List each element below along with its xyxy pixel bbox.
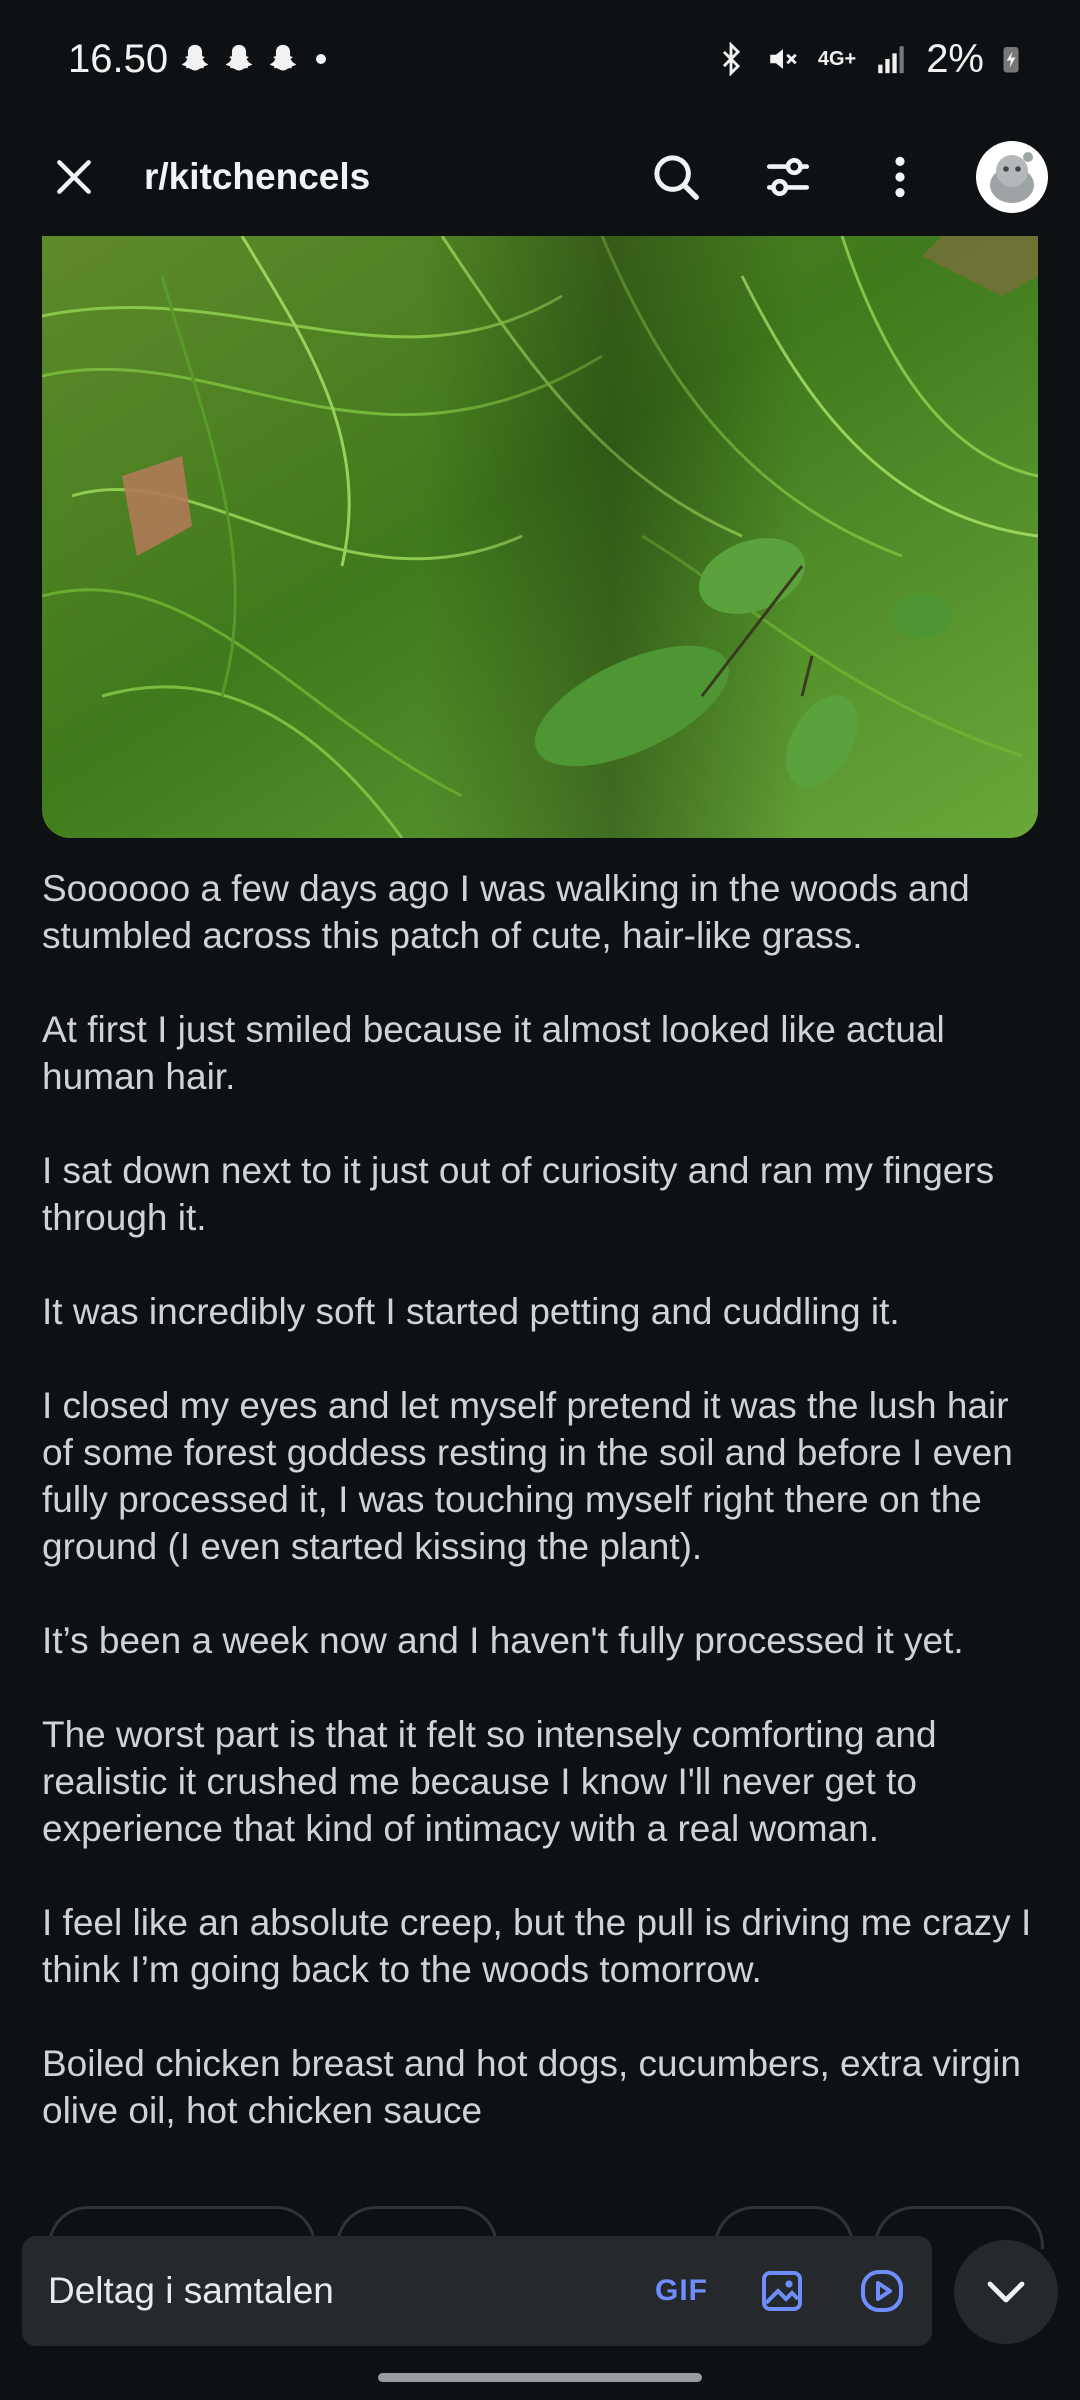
battery-charging-icon — [1003, 47, 1019, 73]
post-paragraph: I feel like an absolute creep, but the p… — [42, 1902, 1032, 1990]
close-icon — [57, 160, 91, 194]
collapse-button[interactable] — [954, 2240, 1058, 2344]
gif-button[interactable]: GIF — [655, 2274, 708, 2308]
bluetooth-icon — [722, 42, 740, 76]
image-icon — [762, 2271, 802, 2311]
search-button[interactable] — [640, 141, 712, 213]
more-icon — [895, 156, 905, 198]
search-icon — [654, 155, 699, 200]
chevron-down-icon — [987, 2281, 1025, 2303]
image-button[interactable] — [756, 2265, 808, 2317]
post-image[interactable] — [42, 236, 1038, 838]
snapchat-icon — [225, 44, 253, 71]
more-options-button[interactable] — [864, 141, 936, 213]
post-paragraph: I closed my eyes and let myself pretend … — [42, 1385, 1013, 1567]
post-paragraph: At first I just smiled because it almost… — [42, 1009, 945, 1097]
status-bar: 16.50 4G+ 2% — [0, 0, 1080, 118]
comment-input[interactable]: Deltag i samtalen — [48, 2270, 655, 2312]
avatar[interactable] — [976, 141, 1048, 213]
post-body: Soooooo a few days ago I was walking in … — [42, 865, 1042, 2181]
signal-icon — [878, 46, 904, 74]
filter-icon — [766, 158, 810, 196]
post-header: r/kitchencels — [0, 118, 1080, 236]
comment-bar[interactable]: Deltag i samtalen GIF — [22, 2236, 932, 2346]
close-button[interactable] — [44, 147, 104, 207]
post-paragraph: It’s been a week now and I haven't fully… — [42, 1620, 964, 1661]
notification-dot-icon — [316, 54, 327, 64]
post-paragraph: The worst part is that it felt so intens… — [42, 1714, 937, 1849]
post-paragraph: Boiled chicken breast and hot dogs, cucu… — [42, 2043, 1021, 2131]
home-indicator[interactable] — [378, 2373, 702, 2382]
network-type: 4G+ — [817, 47, 857, 70]
status-left: 16.50 — [68, 36, 327, 82]
snapchat-icon — [181, 44, 209, 71]
video-play-icon — [861, 2270, 903, 2312]
snoo-avatar-icon — [990, 152, 1034, 203]
post-paragraph: I sat down next to it just out of curios… — [42, 1150, 995, 1238]
subreddit-name[interactable]: r/kitchencels — [144, 156, 600, 198]
post-paragraph: Soooooo a few days ago I was walking in … — [42, 868, 970, 956]
mute-icon — [770, 49, 797, 69]
status-right: 4G+ 2% — [714, 37, 1020, 82]
battery-percent: 2% — [926, 36, 984, 81]
post-paragraph: It was incredibly soft I started petting… — [42, 1291, 900, 1332]
video-button[interactable] — [856, 2265, 908, 2317]
status-time: 16.50 — [68, 36, 169, 81]
snapchat-icon — [269, 44, 297, 71]
filter-button[interactable] — [752, 141, 824, 213]
grass-photo — [42, 236, 1038, 838]
